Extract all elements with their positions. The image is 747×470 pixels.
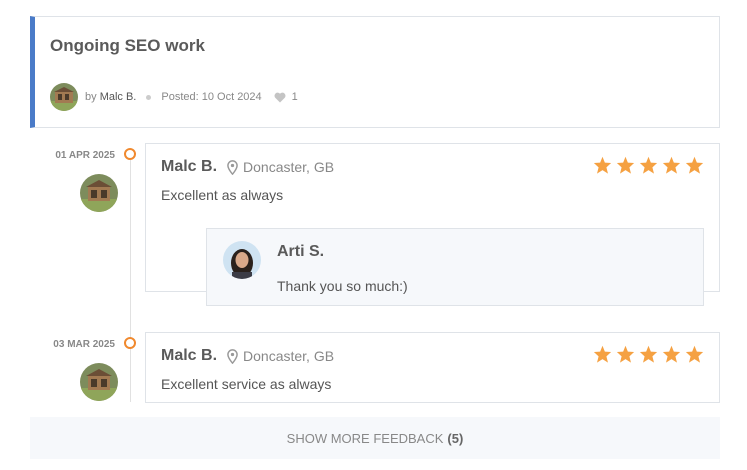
replier-name[interactable]: Arti S.	[277, 243, 324, 261]
feedback-header: Malc B. Doncaster, GB	[161, 347, 334, 365]
show-more-label: SHOW MORE FEEDBACK	[286, 430, 444, 446]
author-avatar[interactable]	[50, 83, 78, 111]
job-meta: by Malc B. Posted: 10 Oct 2024 1	[50, 83, 298, 111]
star-icon	[639, 345, 658, 363]
feedback-text: Excellent as always	[161, 187, 284, 203]
job-title: Ongoing SEO work	[50, 36, 205, 55]
star-icon	[616, 345, 635, 363]
heart-icon[interactable]	[274, 92, 286, 103]
by-prefix: by	[85, 91, 97, 103]
posted-by: by Malc B.	[85, 91, 136, 103]
show-more-feedback-button[interactable]: SHOW MORE FEEDBACK (5)	[30, 417, 720, 459]
reviewer-location: Doncaster, GB	[243, 348, 335, 364]
replier-avatar[interactable]	[223, 241, 261, 279]
reviewer-location: Doncaster, GB	[243, 159, 335, 175]
timeline-line	[130, 160, 131, 402]
timeline-dot	[124, 337, 136, 349]
feedback-header: Malc B. Doncaster, GB	[161, 158, 334, 176]
location-pin-icon	[227, 159, 238, 175]
feedback-text: Excellent service as always	[161, 376, 332, 392]
reviewer-avatar[interactable]	[80, 174, 118, 212]
author-link[interactable]: Malc B.	[100, 91, 137, 103]
feedback-date: 01 APR 2025	[55, 150, 115, 161]
reviewer-name[interactable]: Malc B.	[161, 158, 217, 176]
star-icon	[639, 156, 658, 174]
reply-text: Thank you so much:)	[277, 278, 408, 294]
location-pin-icon	[227, 348, 238, 364]
like-count: 1	[291, 91, 298, 103]
star-icon	[616, 156, 635, 174]
meta-separator	[146, 94, 152, 100]
feedback-card: Malc B. Doncaster, GB Excellent service …	[145, 332, 720, 403]
star-rating	[593, 345, 704, 363]
star-icon	[662, 345, 681, 363]
star-icon	[685, 156, 704, 174]
reviewer-name[interactable]: Malc B.	[161, 347, 217, 365]
star-icon	[593, 345, 612, 363]
star-icon	[685, 345, 704, 363]
timeline-dot	[124, 148, 136, 160]
posted-date: Posted: 10 Oct 2024	[161, 91, 262, 103]
job-card: Ongoing SEO work by Malc B. Posted: 10 O…	[30, 16, 720, 128]
star-icon	[593, 156, 612, 174]
reviewer-avatar[interactable]	[80, 363, 118, 401]
star-rating	[593, 156, 704, 174]
star-icon	[662, 156, 681, 174]
show-more-count: (5)	[447, 430, 464, 446]
feedback-date: 03 MAR 2025	[53, 339, 115, 350]
reply-card: Arti S. Thank you so much:)	[206, 228, 704, 306]
